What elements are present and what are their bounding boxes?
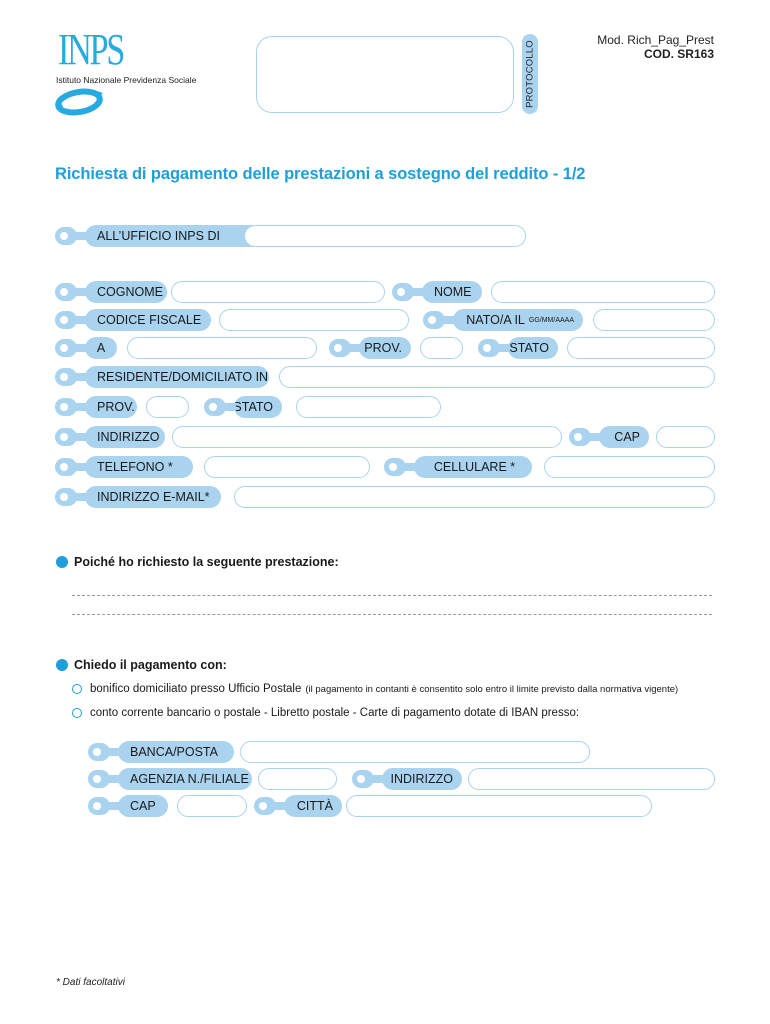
form-model: Mod. Rich_Pag_Prest COD. SR163 [597, 33, 714, 61]
branch-input[interactable] [258, 768, 337, 790]
res-country-input[interactable] [296, 396, 441, 418]
zip-label: CAP [569, 426, 649, 448]
date-format-hint: GG/MM/AAAA [528, 316, 574, 324]
birthplace-label: A [55, 337, 117, 359]
payment-heading: Chiedo il pagamento con: [56, 658, 227, 672]
res-prov-input[interactable] [146, 396, 189, 418]
bank-input[interactable] [240, 741, 590, 763]
mobile-input[interactable] [544, 456, 715, 478]
radio-button[interactable] [72, 708, 82, 718]
email-input[interactable] [234, 486, 715, 508]
bank-city-label: CITTÀ [254, 795, 342, 817]
bullet-icon [56, 556, 68, 568]
birth-date-label: NATO/A IL GG/MM/AAAA [423, 309, 583, 331]
name-input[interactable] [491, 281, 715, 303]
bank-address-input[interactable] [468, 768, 715, 790]
tax-code-input[interactable] [219, 309, 409, 331]
birthplace-input[interactable] [127, 337, 317, 359]
res-prov-label: PROV. [55, 396, 137, 418]
benefit-line-2[interactable] [72, 614, 712, 615]
phone-input[interactable] [204, 456, 370, 478]
radio-button[interactable] [72, 684, 82, 694]
address-input[interactable] [172, 426, 562, 448]
bank-city-input[interactable] [346, 795, 652, 817]
benefit-heading: Poiché ho richiesto la seguente prestazi… [56, 555, 339, 569]
page-title: Richiesta di pagamento delle prestazioni… [55, 165, 586, 183]
phone-label: TELEFONO * [55, 456, 193, 478]
bank-label: BANCA/POSTA [88, 741, 234, 763]
birth-prov-label: PROV. [329, 337, 411, 359]
payment-option-postal[interactable]: bonifico domiciliato presso Ufficio Post… [72, 683, 678, 695]
bank-address-label: INDIRIZZO [352, 768, 462, 790]
footnote: * Dati facoltativi [56, 977, 125, 988]
inps-logo: INPS [58, 25, 125, 74]
model-name: Mod. Rich_Pag_Prest [597, 33, 714, 47]
birth-country-label: STATO [478, 337, 558, 359]
protocol-box[interactable] [256, 36, 514, 113]
benefit-line-1[interactable] [72, 595, 712, 596]
tax-code-label: CODICE FISCALE [55, 309, 211, 331]
birth-country-input[interactable] [567, 337, 715, 359]
residence-input[interactable] [279, 366, 715, 388]
birth-date-input[interactable] [593, 309, 715, 331]
office-label: ALL’UFFICIO INPS DI [55, 225, 265, 247]
bullet-icon [56, 659, 68, 671]
payment-option-bank[interactable]: conto corrente bancario o postale - Libr… [72, 707, 579, 719]
birth-prov-input[interactable] [420, 337, 463, 359]
bank-zip-input[interactable] [177, 795, 247, 817]
res-country-label: STATO [204, 396, 282, 418]
residence-label: RESIDENTE/DOMICILIATO IN [55, 366, 269, 388]
bank-zip-label: CAP [88, 795, 168, 817]
zip-input[interactable] [656, 426, 715, 448]
form-code: COD. SR163 [643, 47, 714, 61]
address-label: INDIRIZZO [55, 426, 165, 448]
office-input[interactable] [244, 225, 526, 247]
email-label: INDIRIZZO E-MAIL* [55, 486, 221, 508]
surname-label: COGNOME [55, 281, 167, 303]
surname-input[interactable] [171, 281, 385, 303]
mobile-label: CELLULARE * [384, 456, 532, 478]
protocol-label: PROTOCOLLO [522, 34, 538, 114]
branch-label: AGENZIA N./FILIALE [88, 768, 252, 790]
inps-swirl-icon [55, 88, 103, 116]
name-label: NOME [392, 281, 482, 303]
